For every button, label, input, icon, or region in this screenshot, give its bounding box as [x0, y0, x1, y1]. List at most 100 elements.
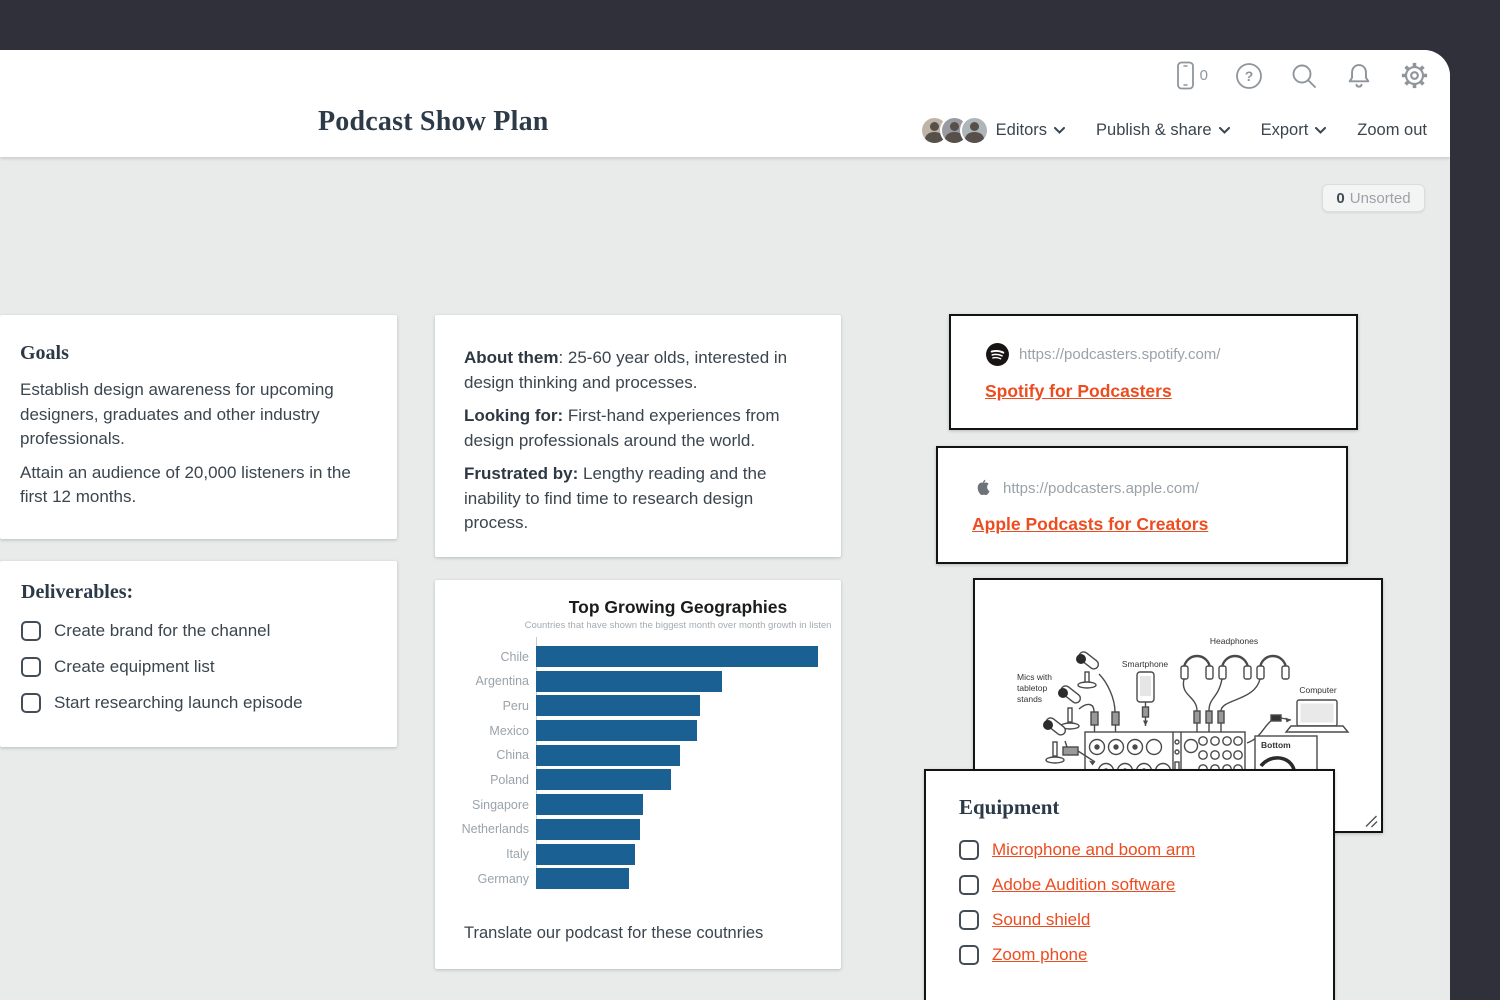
unsorted-count: 0 — [1336, 190, 1344, 207]
chart-bar-row: Singapore — [440, 794, 818, 815]
chart-bar — [536, 844, 635, 865]
chart-bar-row: Netherlands — [440, 819, 818, 840]
goals-paragraph: Establish design awareness for upcoming … — [20, 378, 377, 452]
svg-text:tabletop: tabletop — [1017, 683, 1048, 693]
board-canvas[interactable]: 0 Unsorted Goals Establish design awaren… — [0, 157, 1450, 1000]
settings-button[interactable] — [1400, 61, 1429, 90]
device-count: 0 — [1200, 67, 1208, 84]
diagram-label-smartphone: Smartphone — [1122, 659, 1169, 669]
goals-title: Goals — [20, 342, 377, 365]
task-checkbox[interactable] — [21, 621, 41, 641]
goals-paragraph: Attain an audience of 20,000 listeners i… — [20, 461, 377, 510]
search-icon — [1290, 62, 1318, 90]
task-row: Sound shield — [959, 910, 1333, 930]
chart-bar-row: Poland — [440, 769, 818, 790]
bar-chart: Chile Argentina Peru Mexico China Poland Singa… — [440, 646, 818, 893]
chevron-down-icon — [1219, 127, 1230, 134]
equipment-title: Equipment — [959, 795, 1333, 820]
chart-bar-row: Italy — [440, 844, 818, 865]
notifications-button[interactable] — [1345, 61, 1373, 90]
equipment-link[interactable]: Microphone and boom arm — [992, 840, 1195, 860]
spotify-link[interactable]: Spotify for Podcasters — [985, 381, 1172, 402]
page-title[interactable]: Podcast Show Plan — [318, 106, 549, 138]
chart-bar — [536, 695, 700, 716]
search-button[interactable] — [1290, 62, 1318, 90]
chart-card[interactable]: Top Growing Geographies Countries that h… — [435, 580, 841, 969]
chart-bar-row: Peru — [440, 695, 818, 716]
chart-category-label: Singapore — [440, 798, 536, 812]
chart-bar — [536, 819, 640, 840]
task-label: Create brand for the channel — [54, 621, 270, 641]
chart-bar-row: Chile — [440, 646, 818, 667]
equipment-link[interactable]: Adobe Audition software — [992, 875, 1175, 895]
editors-menu[interactable]: Editors — [920, 116, 1065, 145]
task-label: Create equipment list — [54, 657, 215, 677]
diagram-label-bottom: Bottom — [1261, 740, 1291, 750]
chart-bar — [536, 769, 671, 790]
task-checkbox[interactable] — [21, 693, 41, 713]
chart-category-label: Chile — [440, 650, 536, 664]
equipment-link[interactable]: Zoom phone — [992, 945, 1087, 965]
task-row: Adobe Audition software — [959, 875, 1333, 895]
chart-bar — [536, 646, 818, 667]
deliverables-title: Deliverables: — [21, 581, 379, 604]
chevron-down-icon — [1054, 127, 1065, 134]
publish-share-menu[interactable]: Publish & share — [1096, 121, 1230, 140]
task-checkbox[interactable] — [959, 840, 979, 860]
goals-card[interactable]: Goals Establish design awareness for upc… — [0, 315, 397, 539]
chart-bar — [536, 868, 629, 889]
header-controls: Editors Publish & share Export Zoom out — [920, 112, 1427, 148]
equipment-link[interactable]: Sound shield — [992, 910, 1090, 930]
svg-text:?: ? — [1245, 68, 1254, 84]
header: Podcast Show Plan 0 ? — [0, 50, 1450, 157]
help-button[interactable]: ? — [1235, 62, 1263, 90]
chart-bar-row: Mexico — [440, 720, 818, 741]
apple-link[interactable]: Apple Podcasts for Creators — [972, 514, 1208, 535]
chart-category-label: Argentina — [440, 674, 536, 688]
task-checkbox[interactable] — [959, 875, 979, 895]
task-checkbox[interactable] — [959, 945, 979, 965]
phone-icon — [1176, 60, 1195, 91]
task-checkbox[interactable] — [959, 910, 979, 930]
zoom-out-button[interactable]: Zoom out — [1357, 121, 1427, 140]
chart-category-label: Mexico — [440, 724, 536, 738]
task-label: Start researching launch episode — [54, 693, 303, 713]
link-card-header: https://podcasters.spotify.com/ — [985, 342, 1356, 367]
spotify-link-card[interactable]: https://podcasters.spotify.com/ Spotify … — [949, 314, 1358, 430]
task-row: Microphone and boom arm — [959, 840, 1333, 860]
audience-card[interactable]: About them: 25-60 year olds, interested … — [435, 315, 841, 557]
equipment-card[interactable]: Equipment Microphone and boom arm Adobe … — [924, 769, 1335, 1000]
apple-link-card[interactable]: https://podcasters.apple.com/ Apple Podc… — [936, 446, 1348, 564]
app-window: Podcast Show Plan 0 ? — [0, 50, 1450, 1000]
deliverables-card[interactable]: Deliverables: Create brand for the chann… — [0, 561, 397, 747]
avatar — [960, 116, 989, 145]
resize-handle-icon[interactable] — [1365, 815, 1378, 828]
spotify-icon — [985, 342, 1010, 367]
task-row: Create brand for the channel — [21, 621, 379, 641]
chart-category-label: China — [440, 748, 536, 762]
audience-paragraph: About them: 25-60 year olds, interested … — [464, 346, 813, 395]
chart-bar-row: Argentina — [440, 671, 818, 692]
audience-paragraph: Frustrated by: Lengthy reading and the i… — [464, 462, 813, 536]
chart-bar-row: China — [440, 745, 818, 766]
unsorted-label: Unsorted — [1350, 190, 1411, 207]
diagram-label-computer: Computer — [1299, 685, 1336, 695]
unsorted-badge[interactable]: 0 Unsorted — [1322, 184, 1425, 212]
link-url: https://podcasters.spotify.com/ — [1019, 346, 1220, 363]
chart-bar — [536, 794, 643, 815]
task-checkbox[interactable] — [21, 657, 41, 677]
chart-category-label: Peru — [440, 699, 536, 713]
chart-category-label: Netherlands — [440, 822, 536, 836]
task-row: Create equipment list — [21, 657, 379, 677]
publish-share-label: Publish & share — [1096, 121, 1212, 140]
device-sync-button[interactable]: 0 — [1176, 60, 1208, 91]
apple-icon — [972, 476, 994, 500]
link-url: https://podcasters.apple.com/ — [1003, 480, 1199, 497]
zoom-out-label: Zoom out — [1357, 121, 1427, 140]
export-menu[interactable]: Export — [1261, 121, 1327, 140]
link-card-header: https://podcasters.apple.com/ — [972, 476, 1346, 500]
chart-bar — [536, 720, 697, 741]
chart-note: Translate our podcast for these coutnrie… — [464, 924, 763, 943]
chart-title: Top Growing Geographies — [515, 597, 841, 618]
chart-bar-row: Germany — [440, 868, 818, 889]
